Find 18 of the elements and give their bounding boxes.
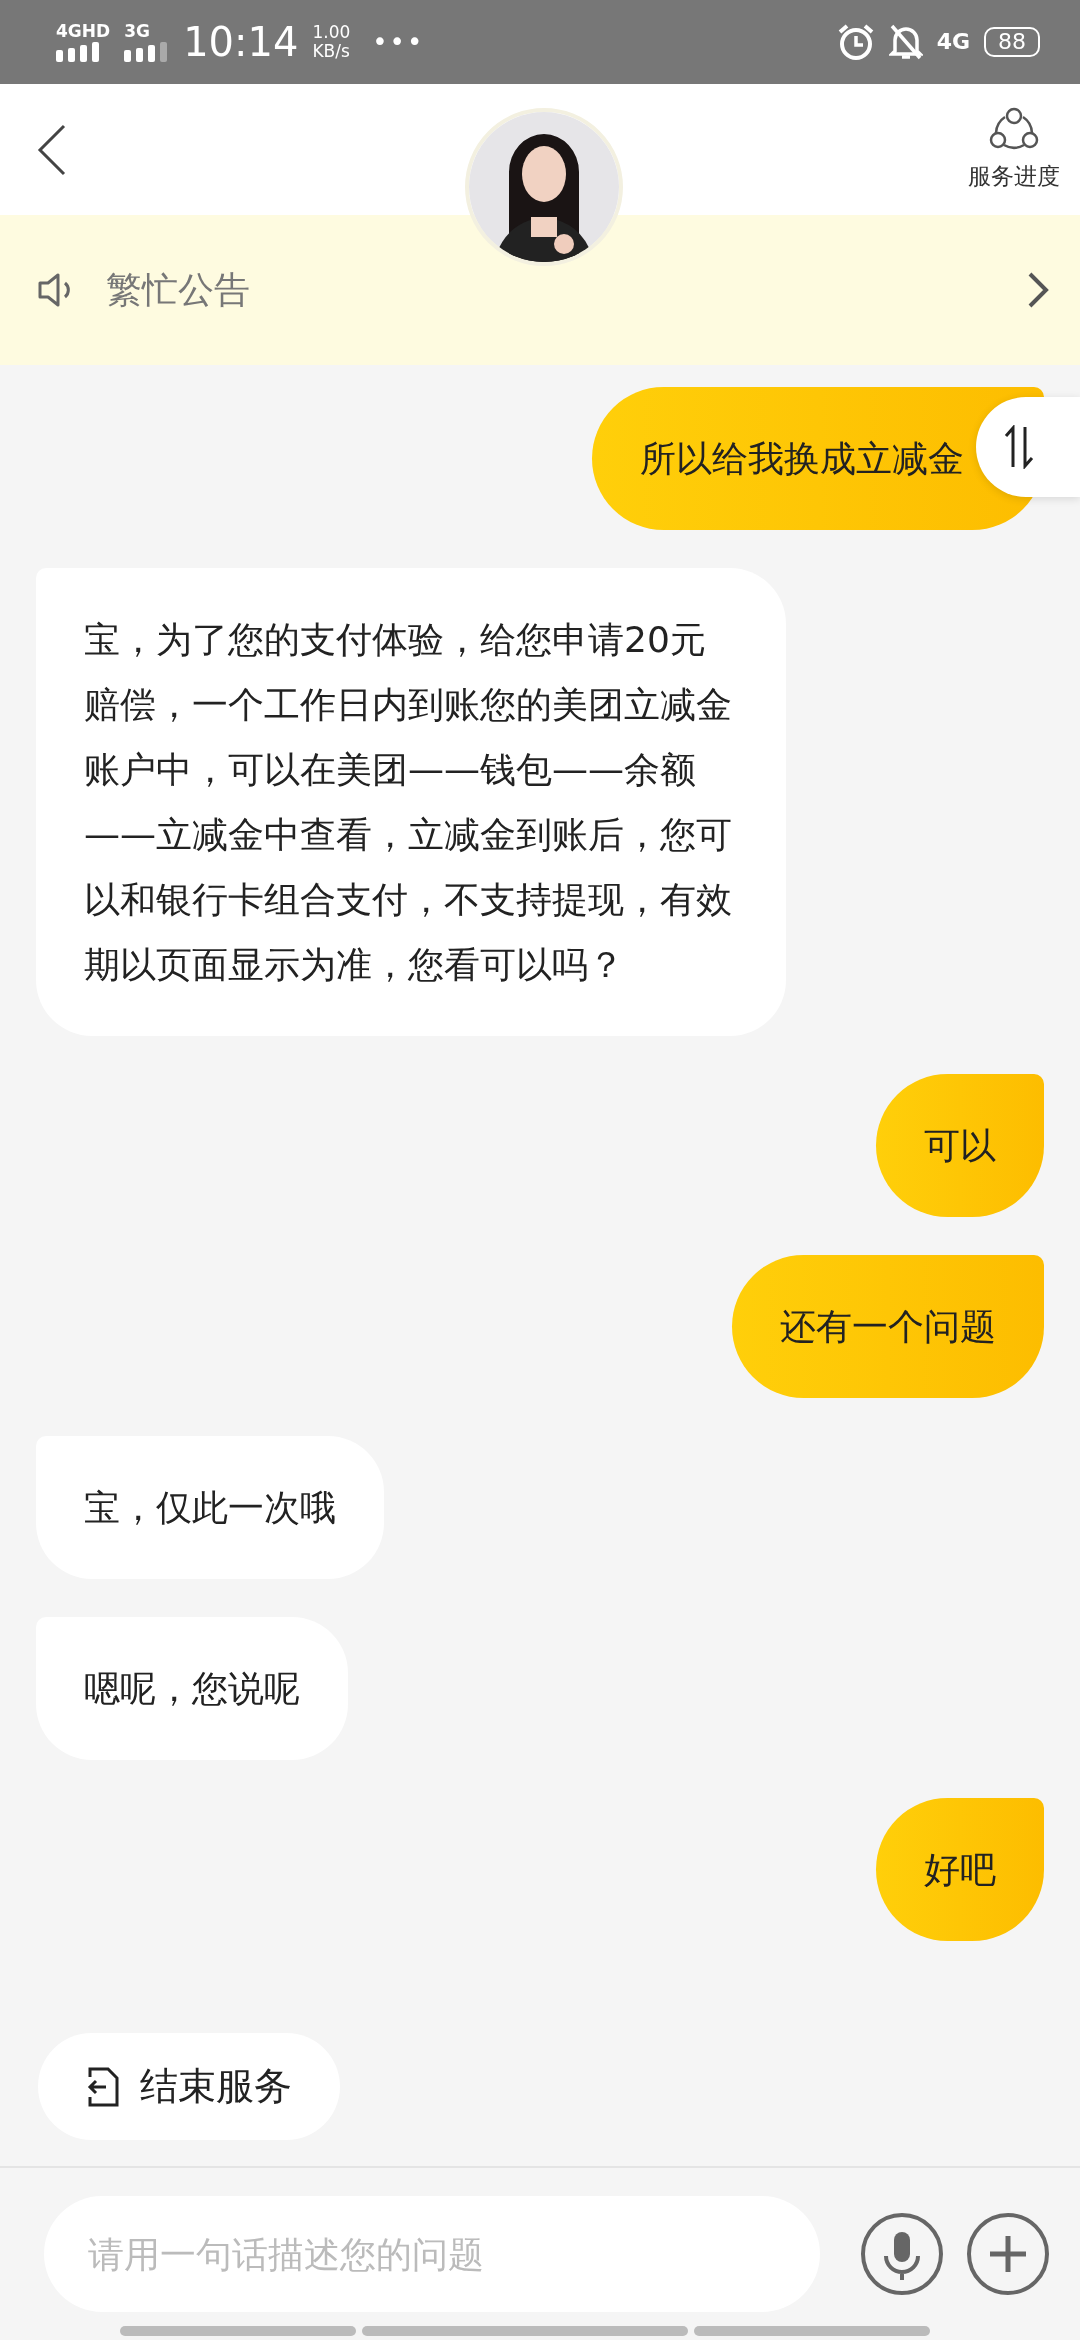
speed-unit: KB/s <box>312 42 351 61</box>
end-service-button[interactable]: 结束服务 <box>38 2033 340 2140</box>
network-label: 4G <box>936 33 970 51</box>
received-message: 嗯呢，您说呢 <box>36 1617 348 1760</box>
service-progress-button[interactable]: 服务进度 <box>968 107 1060 192</box>
battery-level: 88 <box>984 27 1040 57</box>
clock: 10:14 <box>183 22 299 62</box>
network-label: 4GHD <box>56 22 111 40</box>
message-input[interactable]: 请用一句话描述您的问题 <box>44 2196 820 2312</box>
sent-message: 好吧 <box>876 1798 1044 1941</box>
sent-message: 可以 <box>876 1074 1044 1217</box>
sent-message: 所以给我换成立减金 <box>592 387 1044 530</box>
received-message: 宝，仅此一次哦 <box>36 1436 384 1579</box>
network-label: 3G <box>124 22 150 40</box>
sent-message: 还有一个问题 <box>732 1255 1044 1398</box>
more-indicator: ••• <box>372 27 425 57</box>
speed-value: 1.00 <box>312 23 351 42</box>
received-message: 宝，为了您的支付体验，给您申请20元赔偿，一个工作日内到账您的美团立减金账户中，可以在美团——钱包——余额——立减金中查看，立减金到账后，您可以和银行卡组合支付，不支持提现，有效期以页面显示为准，您看可以吗？ <box>36 568 786 1036</box>
